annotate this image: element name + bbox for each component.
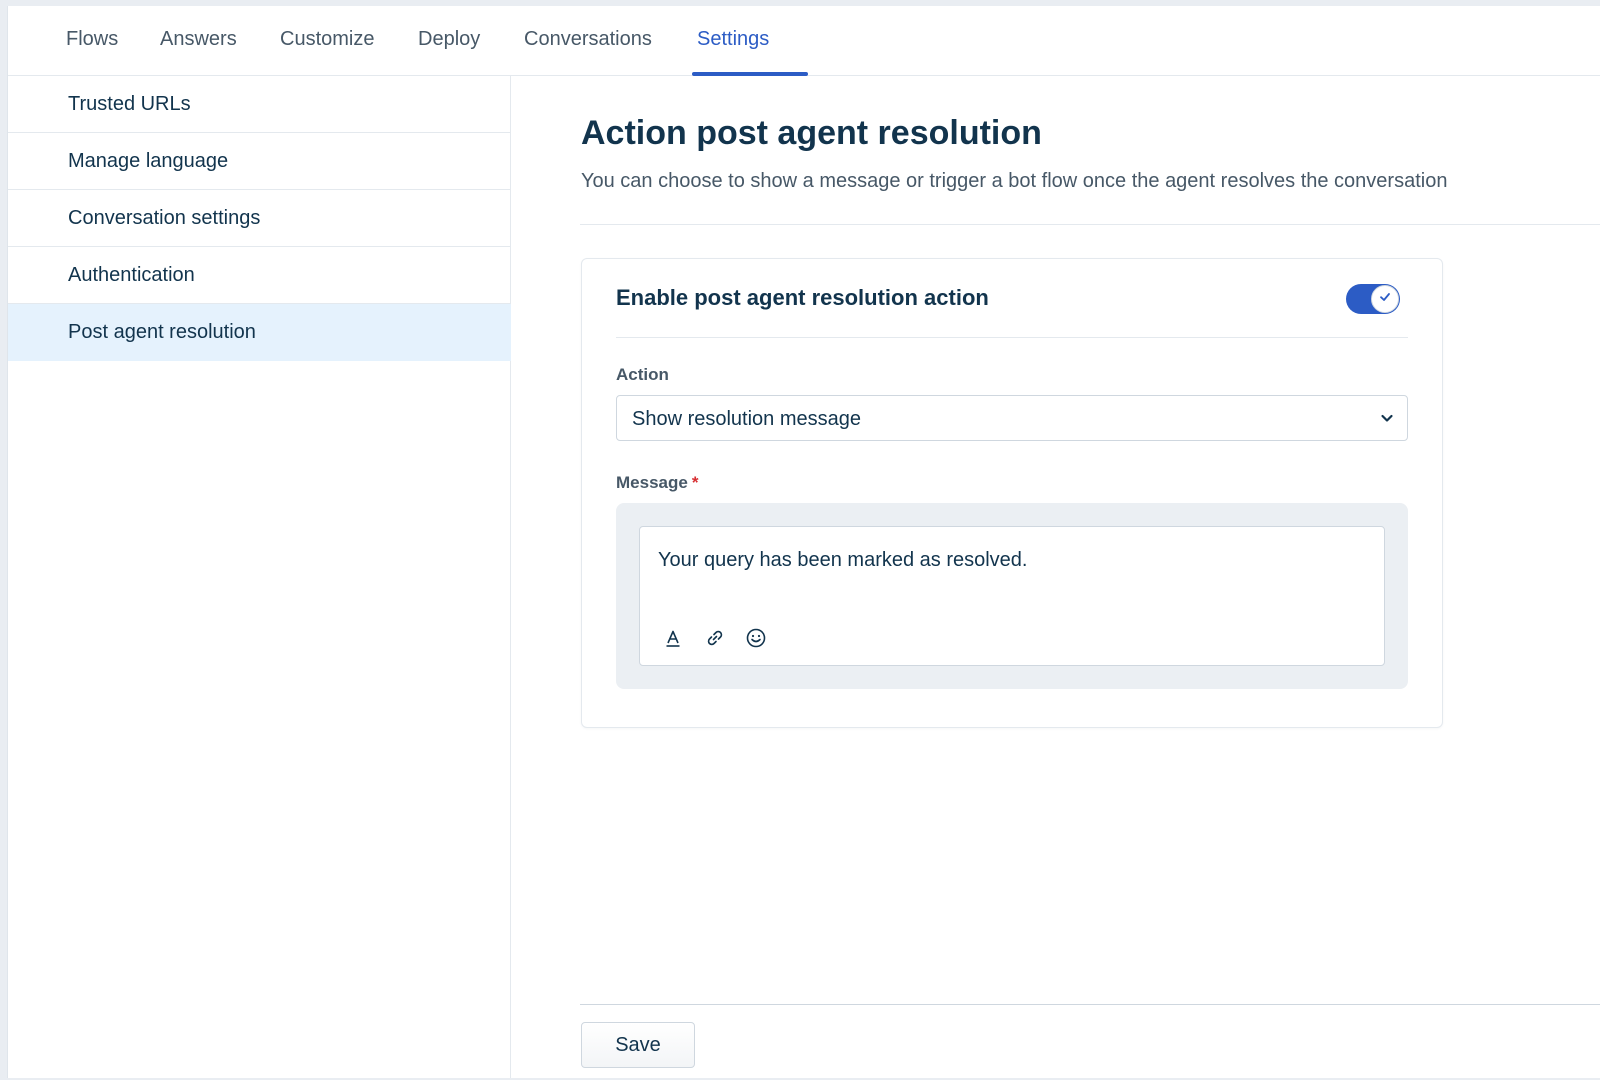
save-button[interactable]: Save	[581, 1022, 695, 1068]
active-tab-indicator	[692, 72, 808, 76]
emoji-icon[interactable]	[743, 625, 769, 651]
resolution-settings-card: Enable post agent resolution action Acti…	[581, 258, 1443, 728]
message-label: Message *	[616, 473, 698, 493]
sidebar-item-trusted-urls[interactable]: Trusted URLs	[8, 76, 511, 133]
sidebar-item-conversation-settings[interactable]: Conversation settings	[8, 190, 511, 247]
page-description: You can choose to show a message or trig…	[581, 170, 1448, 192]
sidebar-item-authentication[interactable]: Authentication	[8, 247, 511, 304]
action-select-value: Show resolution message	[632, 408, 862, 430]
check-icon	[1378, 290, 1392, 309]
top-nav: Flows Answers Customize Deploy Conversat…	[8, 6, 1600, 76]
footer-divider	[580, 1004, 1600, 1005]
card-divider	[616, 337, 1408, 338]
sidebar-item-post-agent-resolution[interactable]: Post agent resolution	[8, 304, 511, 361]
message-text[interactable]: Your query has been marked as resolved.	[658, 549, 1027, 572]
tab-answers[interactable]: Answers	[160, 28, 237, 51]
tab-deploy[interactable]: Deploy	[418, 28, 480, 51]
tab-conversations[interactable]: Conversations	[524, 28, 652, 51]
chevron-down-icon	[1379, 410, 1395, 431]
message-editor-wrapper: Your query has been marked as resolved.	[616, 503, 1408, 689]
page-title: Action post agent resolution	[581, 114, 1042, 152]
tab-customize[interactable]: Customize	[280, 28, 374, 51]
link-icon[interactable]	[702, 625, 728, 651]
text-format-icon[interactable]	[660, 625, 686, 651]
enable-resolution-toggle[interactable]	[1346, 284, 1400, 314]
settings-sidebar: Trusted URLs Manage language Conversatio…	[8, 76, 511, 1078]
message-editor[interactable]: Your query has been marked as resolved.	[639, 526, 1385, 666]
action-select[interactable]: Show resolution message	[616, 395, 1408, 441]
card-title: Enable post agent resolution action	[616, 285, 989, 310]
toggle-knob	[1371, 285, 1399, 313]
tab-settings[interactable]: Settings	[697, 28, 769, 51]
app-window: Flows Answers Customize Deploy Conversat…	[7, 6, 1600, 1078]
tab-flows[interactable]: Flows	[66, 28, 118, 51]
action-label: Action	[616, 365, 669, 384]
required-asterisk: *	[691, 473, 699, 492]
sidebar-item-manage-language[interactable]: Manage language	[8, 133, 511, 190]
header-divider	[580, 224, 1600, 225]
message-label-text: Message	[616, 473, 688, 492]
